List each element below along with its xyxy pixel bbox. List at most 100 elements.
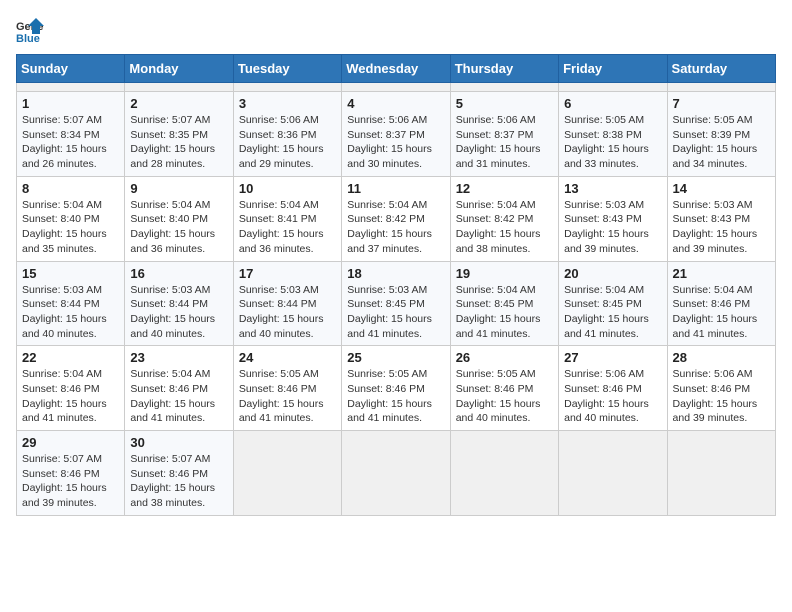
day-info: Sunrise: 5:05 AMSunset: 8:46 PMDaylight:… (239, 367, 336, 426)
day-number: 12 (456, 181, 553, 196)
day-info: Sunrise: 5:05 AMSunset: 8:46 PMDaylight:… (456, 367, 553, 426)
day-info: Sunrise: 5:03 AMSunset: 8:44 PMDaylight:… (239, 283, 336, 342)
day-info: Sunrise: 5:06 AMSunset: 8:37 PMDaylight:… (456, 113, 553, 172)
day-header-thursday: Thursday (450, 55, 558, 83)
calendar-day-cell: 2 Sunrise: 5:07 AMSunset: 8:35 PMDaylight… (125, 92, 233, 177)
day-info: Sunrise: 5:05 AMSunset: 8:38 PMDaylight:… (564, 113, 661, 172)
calendar-day-cell (342, 431, 450, 516)
day-number: 20 (564, 266, 661, 281)
day-number: 3 (239, 96, 336, 111)
calendar-day-cell: 10 Sunrise: 5:04 AMSunset: 8:41 PMDayligh… (233, 176, 341, 261)
day-number: 21 (673, 266, 770, 281)
day-number: 4 (347, 96, 444, 111)
day-info: Sunrise: 5:04 AMSunset: 8:40 PMDaylight:… (22, 198, 119, 257)
calendar-day-cell: 16Sunrise: 5:03 AMSunset: 8:44 PMDayligh… (125, 261, 233, 346)
day-info: Sunrise: 5:04 AMSunset: 8:45 PMDaylight:… (564, 283, 661, 342)
calendar-day-cell: 1 Sunrise: 5:07 AMSunset: 8:34 PMDaylight… (17, 92, 125, 177)
svg-text:Blue: Blue (16, 33, 40, 44)
calendar-day-cell (559, 431, 667, 516)
day-number: 19 (456, 266, 553, 281)
day-info: Sunrise: 5:06 AMSunset: 8:37 PMDaylight:… (347, 113, 444, 172)
calendar-day-cell (342, 83, 450, 92)
calendar-day-cell: 3 Sunrise: 5:06 AMSunset: 8:36 PMDaylight… (233, 92, 341, 177)
calendar-day-cell: 14Sunrise: 5:03 AMSunset: 8:43 PMDayligh… (667, 176, 775, 261)
day-number: 24 (239, 350, 336, 365)
day-info: Sunrise: 5:04 AMSunset: 8:46 PMDaylight:… (22, 367, 119, 426)
day-info: Sunrise: 5:04 AMSunset: 8:46 PMDaylight:… (130, 367, 227, 426)
calendar-day-cell: 22 Sunrise: 5:04 AMSunset: 8:46 PMDayligh… (17, 346, 125, 431)
calendar-day-cell: 11Sunrise: 5:04 AMSunset: 8:42 PMDayligh… (342, 176, 450, 261)
day-header-friday: Friday (559, 55, 667, 83)
day-number: 9 (130, 181, 227, 196)
day-number: 28 (673, 350, 770, 365)
calendar-day-cell: 30Sunrise: 5:07 AMSunset: 8:46 PMDayligh… (125, 431, 233, 516)
page-header: General Blue (16, 16, 776, 44)
calendar-day-cell: 23 Sunrise: 5:04 AMSunset: 8:46 PMDayligh… (125, 346, 233, 431)
day-info: Sunrise: 5:07 AMSunset: 8:35 PMDaylight:… (130, 113, 227, 172)
day-number: 6 (564, 96, 661, 111)
day-number: 14 (673, 181, 770, 196)
calendar-day-cell (233, 83, 341, 92)
day-header-wednesday: Wednesday (342, 55, 450, 83)
day-info: Sunrise: 5:05 AMSunset: 8:39 PMDaylight:… (673, 113, 770, 172)
calendar-day-cell (233, 431, 341, 516)
calendar-day-cell: 4 Sunrise: 5:06 AMSunset: 8:37 PMDaylight… (342, 92, 450, 177)
calendar-day-cell: 12 Sunrise: 5:04 AMSunset: 8:42 PMDayligh… (450, 176, 558, 261)
calendar-day-cell: 27 Sunrise: 5:06 AMSunset: 8:46 PMDayligh… (559, 346, 667, 431)
calendar-week-row: 8 Sunrise: 5:04 AMSunset: 8:40 PMDaylight… (17, 176, 776, 261)
day-info: Sunrise: 5:07 AMSunset: 8:46 PMDaylight:… (130, 452, 227, 511)
day-info: Sunrise: 5:04 AMSunset: 8:42 PMDaylight:… (456, 198, 553, 257)
calendar-day-cell: 26 Sunrise: 5:05 AMSunset: 8:46 PMDayligh… (450, 346, 558, 431)
day-info: Sunrise: 5:03 AMSunset: 8:44 PMDaylight:… (130, 283, 227, 342)
day-info: Sunrise: 5:06 AMSunset: 8:36 PMDaylight:… (239, 113, 336, 172)
day-number: 29 (22, 435, 119, 450)
calendar-week-row: 15Sunrise: 5:03 AMSunset: 8:44 PMDayligh… (17, 261, 776, 346)
calendar-week-row: 29 Sunrise: 5:07 AMSunset: 8:46 PMDayligh… (17, 431, 776, 516)
calendar-day-cell (17, 83, 125, 92)
day-number: 7 (673, 96, 770, 111)
day-number: 1 (22, 96, 119, 111)
day-info: Sunrise: 5:06 AMSunset: 8:46 PMDaylight:… (673, 367, 770, 426)
logo: General Blue (16, 16, 48, 44)
day-number: 17 (239, 266, 336, 281)
calendar-day-cell (450, 83, 558, 92)
calendar-week-row: 22 Sunrise: 5:04 AMSunset: 8:46 PMDayligh… (17, 346, 776, 431)
day-info: Sunrise: 5:04 AMSunset: 8:46 PMDaylight:… (673, 283, 770, 342)
calendar-day-cell: 15Sunrise: 5:03 AMSunset: 8:44 PMDayligh… (17, 261, 125, 346)
day-info: Sunrise: 5:04 AMSunset: 8:41 PMDaylight:… (239, 198, 336, 257)
day-number: 25 (347, 350, 444, 365)
calendar-day-cell: 17 Sunrise: 5:03 AMSunset: 8:44 PMDayligh… (233, 261, 341, 346)
calendar-day-cell: 5Sunrise: 5:06 AMSunset: 8:37 PMDaylight… (450, 92, 558, 177)
calendar-header-row: SundayMondayTuesdayWednesdayThursdayFrid… (17, 55, 776, 83)
day-info: Sunrise: 5:03 AMSunset: 8:44 PMDaylight:… (22, 283, 119, 342)
calendar-day-cell: 13 Sunrise: 5:03 AMSunset: 8:43 PMDayligh… (559, 176, 667, 261)
calendar-day-cell: 21 Sunrise: 5:04 AMSunset: 8:46 PMDayligh… (667, 261, 775, 346)
day-info: Sunrise: 5:06 AMSunset: 8:46 PMDaylight:… (564, 367, 661, 426)
calendar-day-cell: 9Sunrise: 5:04 AMSunset: 8:40 PMDaylight… (125, 176, 233, 261)
calendar-table: SundayMondayTuesdayWednesdayThursdayFrid… (16, 54, 776, 516)
day-info: Sunrise: 5:05 AMSunset: 8:46 PMDaylight:… (347, 367, 444, 426)
day-number: 27 (564, 350, 661, 365)
calendar-day-cell (125, 83, 233, 92)
day-number: 22 (22, 350, 119, 365)
day-number: 13 (564, 181, 661, 196)
calendar-day-cell: 25 Sunrise: 5:05 AMSunset: 8:46 PMDayligh… (342, 346, 450, 431)
day-number: 26 (456, 350, 553, 365)
day-header-saturday: Saturday (667, 55, 775, 83)
day-header-monday: Monday (125, 55, 233, 83)
day-info: Sunrise: 5:03 AMSunset: 8:43 PMDaylight:… (564, 198, 661, 257)
calendar-week-row (17, 83, 776, 92)
day-header-sunday: Sunday (17, 55, 125, 83)
day-info: Sunrise: 5:07 AMSunset: 8:46 PMDaylight:… (22, 452, 119, 511)
day-number: 23 (130, 350, 227, 365)
day-info: Sunrise: 5:03 AMSunset: 8:45 PMDaylight:… (347, 283, 444, 342)
day-info: Sunrise: 5:07 AMSunset: 8:34 PMDaylight:… (22, 113, 119, 172)
day-number: 8 (22, 181, 119, 196)
calendar-day-cell: 24 Sunrise: 5:05 AMSunset: 8:46 PMDayligh… (233, 346, 341, 431)
day-number: 2 (130, 96, 227, 111)
day-number: 10 (239, 181, 336, 196)
calendar-day-cell (667, 431, 775, 516)
calendar-day-cell (667, 83, 775, 92)
calendar-day-cell: 8 Sunrise: 5:04 AMSunset: 8:40 PMDaylight… (17, 176, 125, 261)
day-number: 11 (347, 181, 444, 196)
